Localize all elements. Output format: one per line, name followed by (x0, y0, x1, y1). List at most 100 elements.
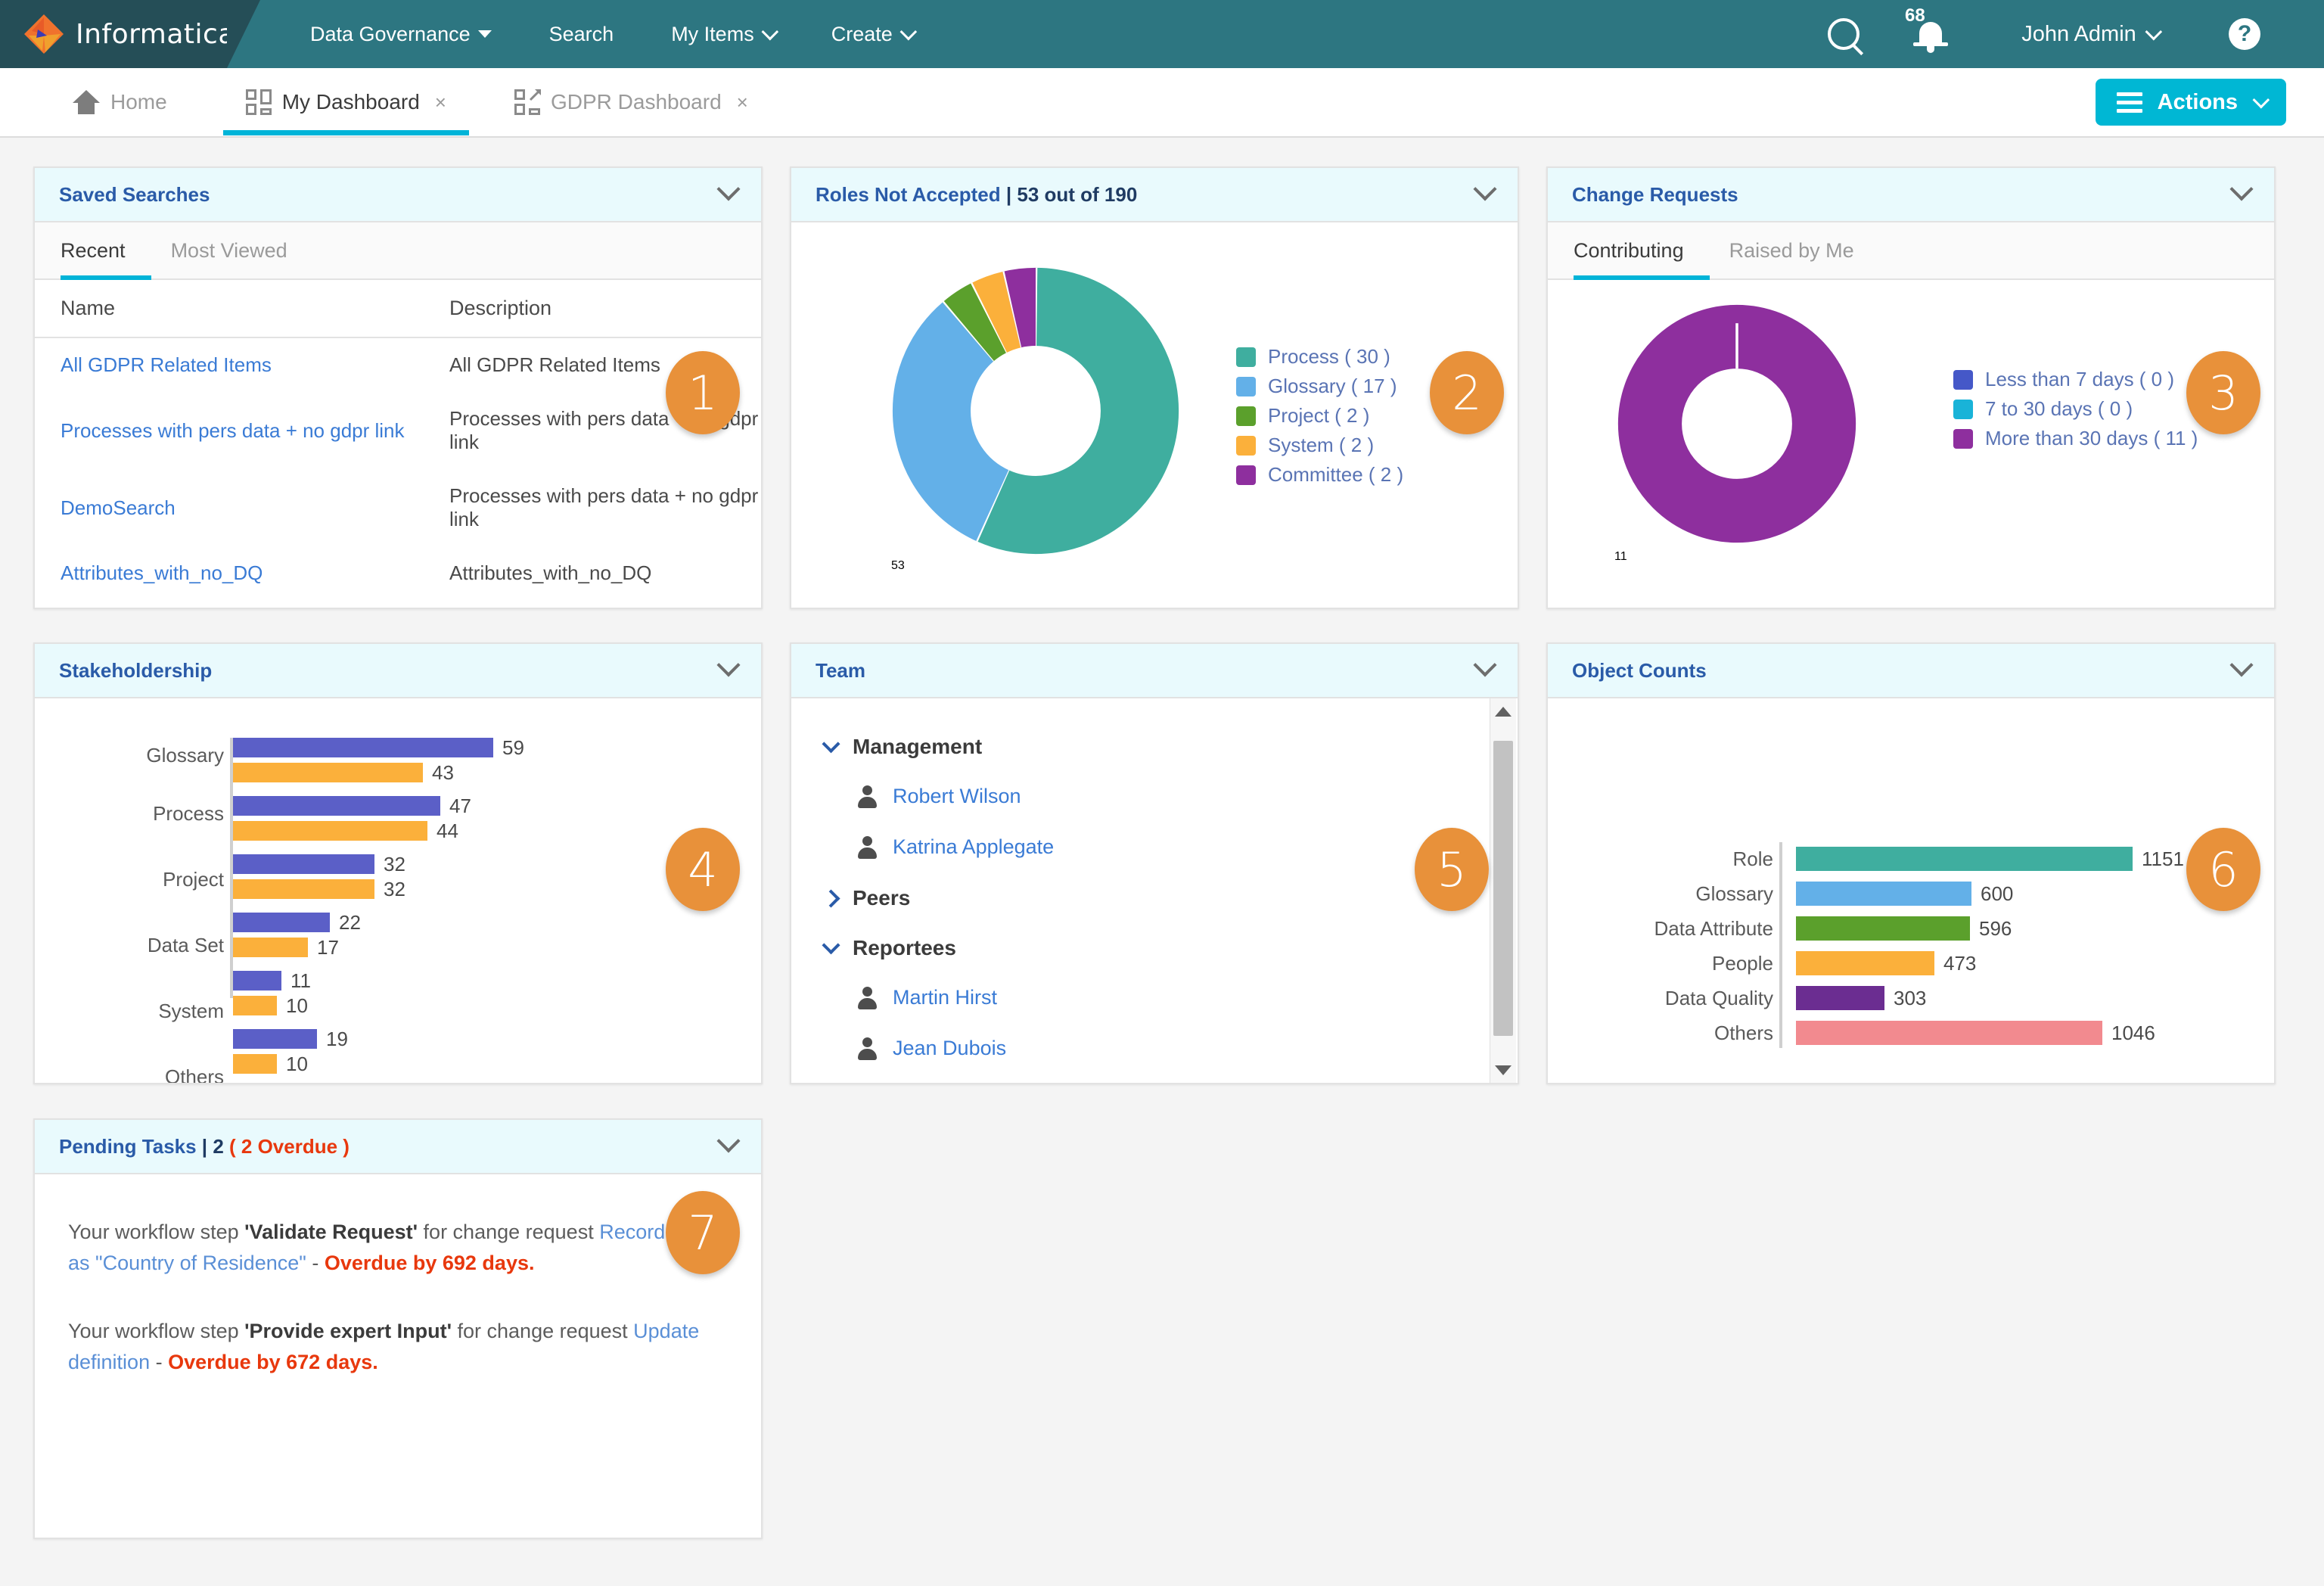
legend-item[interactable]: 7 to 30 days ( 0 ) (1953, 397, 2198, 421)
bar-people (1796, 951, 1934, 975)
team-member-name: Martin Hirst (893, 986, 998, 1009)
collapse-chevron-icon[interactable] (2229, 653, 2254, 677)
saved-search-name-link[interactable]: Attributes_with_no_DQ (35, 546, 424, 600)
table-row[interactable]: JA seaech Attributes_with_no_DQ (35, 600, 761, 608)
notification-count-badge: 68 (1905, 5, 1925, 26)
panel-body: Glossary 59 43 Process 47 44 Project 32 … (35, 698, 761, 1084)
legend-label: Committee ( 2 ) (1268, 463, 1404, 486)
scrollbar-thumb[interactable] (1493, 741, 1513, 1036)
bar-category-label: Others (1713, 1021, 1773, 1044)
help-button[interactable]: ? (2203, 18, 2286, 50)
external-arrow-icon (529, 89, 542, 101)
legend-label: More than 30 days ( 11 ) (1985, 427, 2198, 449)
nav-item-data-governance[interactable]: Data Governance (310, 23, 492, 46)
table-row[interactable]: Processes with pers data + no gdpr link … (35, 392, 761, 469)
table-row[interactable]: DemoSearch Processes with pers data + no… (35, 469, 761, 546)
object-counts-bar-chart[interactable]: Role 1151 Glossary 600 Data Attribute 59… (1555, 842, 2267, 1050)
bar-value: 596 (1979, 916, 2012, 940)
panel-title: Saved Searches (59, 182, 210, 206)
pending-tasks-list: Your workflow step 'Validate Request' fo… (35, 1174, 761, 1377)
brand-logo-area[interactable]: Informatica (0, 0, 260, 68)
tab-gdpr-dashboard[interactable]: GDPR Dashboard × (492, 69, 771, 135)
legend-item[interactable]: Glossary ( 17 ) (1236, 375, 1403, 398)
task-dash: - (306, 1251, 325, 1274)
roles-donut-legend: Process ( 30 ) Glossary ( 17 ) Project (… (1236, 345, 1403, 493)
bar-others (1796, 1021, 2102, 1045)
close-icon[interactable]: × (435, 91, 446, 114)
tab-home[interactable]: Home (50, 69, 190, 135)
task-prefix: Your workflow step (68, 1221, 245, 1243)
bar-row: Others 1046 (1555, 1016, 2267, 1050)
legend-item[interactable]: Less than 7 days ( 0 ) (1953, 368, 2198, 391)
collapse-chevron-icon[interactable] (716, 177, 741, 201)
panel-header: Team (791, 644, 1518, 698)
person-icon (858, 835, 877, 859)
tab-contributing[interactable]: Contributing (1574, 222, 1710, 280)
legend-item[interactable]: More than 30 days ( 11 ) (1953, 427, 2198, 450)
team-group-management[interactable]: Management (822, 734, 1518, 759)
legend-item[interactable]: Process ( 30 ) (1236, 345, 1403, 369)
pending-task-item[interactable]: Your workflow step 'Validate Request' fo… (68, 1217, 728, 1278)
panel-body: 53 Process ( 30 ) Glossary ( 17 ) Projec… (791, 222, 1518, 608)
nav-item-search[interactable]: Search (549, 23, 614, 46)
callout-badge-5: 5 (1415, 828, 1489, 911)
nav-item-my-items[interactable]: My Items (671, 22, 778, 46)
task-step-name: 'Provide expert Input' (244, 1320, 452, 1342)
legend-item[interactable]: Committee ( 2 ) (1236, 463, 1403, 487)
saved-search-name-link[interactable]: JA seaech (35, 600, 424, 608)
nav-item-create[interactable]: Create (831, 23, 917, 46)
legend-swatch-more-than-30-days (1953, 428, 1973, 449)
bar-owner (233, 763, 423, 782)
legend-item[interactable]: Project ( 2 ) (1236, 404, 1403, 428)
scroll-up-arrow[interactable] (1490, 698, 1516, 724)
chart-axis-line (1779, 842, 1782, 1048)
collapse-chevron-icon[interactable] (716, 653, 741, 677)
team-group-reportees[interactable]: Reportees (822, 935, 1518, 960)
close-icon[interactable]: × (737, 91, 748, 114)
tab-recent[interactable]: Recent (61, 222, 151, 280)
dashboard-icon (245, 89, 272, 115)
saved-search-name-link[interactable]: Processes with pers data + no gdpr link (35, 392, 424, 469)
legend-swatch-7-to-30-days (1953, 399, 1973, 419)
bar-stakeholder (233, 854, 374, 874)
stakeholdership-bar-chart[interactable]: Glossary 59 43 Process 47 44 Project 32 … (42, 736, 753, 1084)
global-search-button[interactable] (1802, 18, 1885, 50)
table-row[interactable]: Attributes_with_no_DQ Attributes_with_no… (35, 546, 761, 600)
callout-badge-7: 7 (666, 1191, 740, 1274)
home-icon (73, 90, 100, 114)
roles-donut-chart[interactable]: 53 (891, 266, 1180, 608)
team-member[interactable]: Jean Dubois (858, 1037, 1518, 1060)
saved-search-name-link[interactable]: DemoSearch (35, 469, 424, 546)
team-member[interactable]: Robert Wilson (858, 785, 1518, 808)
legend-item[interactable]: System ( 2 ) (1236, 434, 1403, 457)
collapse-chevron-icon[interactable] (1473, 177, 1497, 201)
actions-label: Actions (2157, 89, 2238, 114)
saved-search-name-link[interactable]: All GDPR Related Items (35, 337, 424, 392)
dashboard-tab-bar: Home My Dashboard × GDPR Dashboard × Act… (0, 68, 2324, 138)
panel-header: Object Counts (1548, 644, 2274, 698)
team-group-peers[interactable]: Peers (822, 886, 1518, 910)
panel-pending-tasks: Pending Tasks | 2 ( 2 Overdue ) Your wor… (33, 1118, 763, 1539)
panel-team: Team Management Robert Wilson Katrina Ap… (790, 642, 1519, 1084)
table-row[interactable]: All GDPR Related Items All GDPR Related … (35, 337, 761, 392)
user-menu-button[interactable]: John Admin (1976, 22, 2203, 47)
collapse-chevron-icon[interactable] (1473, 653, 1497, 677)
nav-item-label: Data Governance (310, 22, 471, 45)
tab-my-dashboard[interactable]: My Dashboard × (222, 69, 470, 135)
team-member[interactable]: Martin Hirst (858, 986, 1518, 1009)
scroll-down-arrow[interactable] (1490, 1057, 1516, 1083)
bar-owner (233, 821, 427, 841)
actions-button[interactable]: Actions (2095, 79, 2286, 126)
collapse-chevron-icon[interactable] (716, 1129, 741, 1153)
tab-label: Home (110, 90, 167, 114)
tab-raised-by-me[interactable]: Raised by Me (1710, 222, 1874, 278)
task-dash: - (150, 1350, 169, 1373)
notifications-button[interactable]: 68 (1885, 5, 1976, 53)
bar-owner (233, 996, 277, 1015)
vertical-scrollbar[interactable] (1490, 698, 1516, 1083)
tab-most-viewed[interactable]: Most Viewed (151, 222, 307, 278)
pending-task-item[interactable]: Your workflow step 'Provide expert Input… (68, 1316, 728, 1377)
change-requests-donut-chart[interactable]: 11 (1614, 301, 1860, 608)
nav-item-label: My Items (671, 22, 754, 45)
collapse-chevron-icon[interactable] (2229, 177, 2254, 201)
